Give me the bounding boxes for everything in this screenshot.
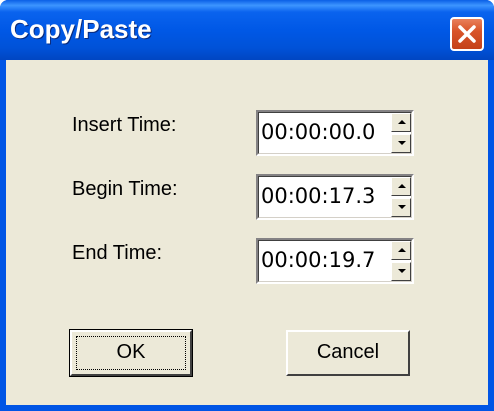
ok-button-label: OK [116,341,146,363]
begin-time-input[interactable] [261,181,389,211]
dialog-body: Insert Time: Begin Time: End Time: [6,60,488,405]
spin-down-icon [398,205,406,209]
spin-up-icon [398,248,406,252]
end-time-up-button[interactable] [391,241,411,260]
end-time-spinner [256,238,414,284]
begin-time-spinner [256,174,414,220]
insert-time-input[interactable] [261,117,389,147]
insert-time-down-button[interactable] [391,134,411,153]
ok-button[interactable]: OK [69,329,193,377]
insert-time-label: Insert Time: [72,114,177,136]
begin-time-down-button[interactable] [391,198,411,217]
spin-up-icon [398,120,406,124]
title-bar[interactable]: Copy/Paste [0,0,494,60]
begin-time-label: Begin Time: [72,178,178,200]
close-button[interactable] [450,17,484,51]
cancel-button-label: Cancel [316,341,380,363]
spin-down-icon [398,141,406,145]
close-icon [458,25,476,43]
end-time-label: End Time: [72,242,163,264]
copy-paste-dialog: Copy/Paste Insert Time: Begin Time: [0,0,494,411]
end-time-down-button[interactable] [391,262,411,281]
spin-up-icon [398,184,406,188]
spin-down-icon [398,269,406,273]
window-title: Copy/Paste [10,14,152,44]
insert-time-up-button[interactable] [391,113,411,132]
begin-time-up-button[interactable] [391,177,411,196]
insert-time-spinner [256,110,414,156]
end-time-input[interactable] [261,245,389,275]
cancel-button[interactable]: Cancel [286,330,410,376]
